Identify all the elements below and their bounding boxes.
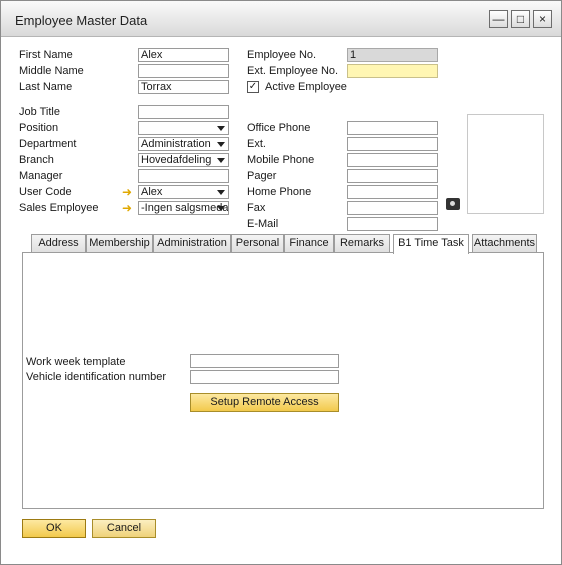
active-employee-checkbox[interactable]: ✓ (247, 81, 259, 93)
email-label: E-Mail (247, 218, 279, 230)
mobile-phone-field[interactable] (347, 153, 438, 167)
last-name-field[interactable]: Torrax (138, 80, 229, 94)
cancel-button[interactable]: Cancel (92, 519, 156, 538)
mobile-phone-label: Mobile Phone (247, 154, 315, 166)
tab-remarks[interactable]: Remarks (334, 234, 390, 253)
email-field[interactable] (347, 217, 438, 231)
tab-administration[interactable]: Administration (153, 234, 231, 253)
tab-personal[interactable]: Personal (231, 234, 284, 253)
department-dropdown[interactable]: Administration (138, 137, 229, 151)
tab-address[interactable]: Address (31, 234, 86, 253)
ok-button[interactable]: OK (22, 519, 86, 538)
vehicle-id-label: Vehicle identification number (26, 371, 167, 383)
minimize-button[interactable]: — (489, 10, 508, 28)
ext-employee-no-field[interactable] (347, 64, 438, 78)
sales-employee-dropdown[interactable]: -Ingen salgsmedarbejder- (138, 201, 229, 215)
position-dropdown[interactable] (138, 121, 229, 135)
tab-finance[interactable]: Finance (284, 234, 334, 253)
link-arrow-icon[interactable]: ➜ (122, 202, 134, 214)
office-phone-field[interactable] (347, 121, 438, 135)
employee-no-label: Employee No. (247, 49, 317, 61)
ext-field[interactable] (347, 137, 438, 151)
ext-label: Ext. (247, 138, 266, 150)
employee-master-data-window: Employee Master Data — □ × First Name Al… (0, 0, 562, 565)
middle-name-label: Middle Name (19, 65, 84, 77)
home-phone-label: Home Phone (247, 186, 312, 198)
manager-label: Manager (19, 170, 63, 182)
link-arrow-icon[interactable]: ➜ (122, 186, 134, 198)
user-code-dropdown[interactable]: Alex (138, 185, 229, 199)
employee-photo-box[interactable] (467, 114, 544, 214)
pager-field[interactable] (347, 169, 438, 183)
first-name-label: First Name (19, 49, 73, 61)
position-label: Position (19, 122, 59, 134)
tab-panel: Work week template Vehicle identificatio… (22, 252, 544, 509)
home-phone-field[interactable] (347, 185, 438, 199)
active-employee-label: Active Employee (265, 81, 347, 93)
last-name-label: Last Name (19, 81, 73, 93)
job-title-label: Job Title (19, 106, 60, 118)
pager-label: Pager (247, 170, 277, 182)
job-title-field[interactable] (138, 105, 229, 119)
title-bar[interactable]: Employee Master Data — □ × (1, 1, 561, 37)
department-label: Department (19, 138, 77, 150)
fax-field[interactable] (347, 201, 438, 215)
employee-no-field: 1 (347, 48, 438, 62)
branch-dropdown[interactable]: Hovedafdeling (138, 153, 229, 167)
vehicle-id-field[interactable] (190, 370, 339, 384)
tab-b1-time-task[interactable]: B1 Time Task (393, 234, 469, 254)
tab-membership[interactable]: Membership (86, 234, 153, 253)
first-name-field[interactable]: Alex (138, 48, 229, 62)
ext-employee-no-label: Ext. Employee No. (247, 65, 339, 77)
work-week-template-field[interactable] (190, 354, 339, 368)
fax-label: Fax (247, 202, 266, 214)
window-title: Employee Master Data (15, 13, 148, 28)
office-phone-label: Office Phone (247, 122, 311, 134)
camera-icon[interactable] (446, 198, 460, 210)
manager-field[interactable] (138, 169, 229, 183)
maximize-button[interactable]: □ (511, 10, 530, 28)
sales-employee-label: Sales Employee (19, 202, 99, 214)
user-code-label: User Code (19, 186, 72, 198)
work-week-template-label: Work week template (26, 356, 126, 368)
middle-name-field[interactable] (138, 64, 229, 78)
setup-remote-access-button[interactable]: Setup Remote Access (190, 393, 339, 412)
tab-attachments[interactable]: Attachments (472, 234, 537, 253)
close-button[interactable]: × (533, 10, 552, 28)
branch-label: Branch (19, 154, 54, 166)
